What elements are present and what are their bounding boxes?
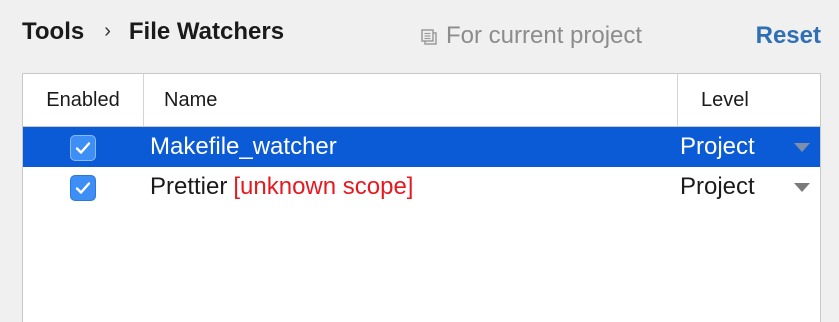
breadcrumb-separator: ›	[104, 19, 111, 42]
column-header-name[interactable]: Name	[144, 74, 678, 126]
settings-header: Tools › File Watchers For current projec…	[0, 0, 839, 72]
table-row-makefile-watcher[interactable]: Makefile_watcher Project	[23, 127, 820, 167]
scope-label: For current project	[446, 22, 643, 49]
breadcrumb-tools[interactable]: Tools	[22, 18, 84, 46]
column-header-level[interactable]: Level	[679, 74, 822, 126]
checkmark-icon	[75, 182, 91, 194]
watcher-name: Makefile_watcher	[150, 127, 337, 167]
triangle-down-icon[interactable]	[794, 143, 810, 152]
breadcrumb-file-watchers: File Watchers	[128, 18, 285, 45]
table-row-prettier[interactable]: Prettier [unknown scope] Project	[23, 167, 820, 207]
enabled-checkbox[interactable]	[70, 135, 96, 161]
triangle-down-icon[interactable]	[794, 183, 810, 192]
breadcrumb: Tools › File Watchers	[22, 18, 284, 46]
file-watchers-settings-page: Tools › File Watchers For current projec…	[0, 0, 839, 322]
enabled-checkbox[interactable]	[70, 175, 96, 201]
project-scope-indicator: For current project	[420, 22, 642, 50]
watcher-name-text: Makefile_watcher	[150, 133, 337, 160]
table-header: Enabled Name Level	[23, 74, 820, 127]
watcher-name: Prettier [unknown scope]	[150, 167, 413, 207]
watcher-name-text: Prettier	[150, 173, 228, 200]
column-header-enabled[interactable]: Enabled	[23, 74, 144, 126]
checkmark-icon	[75, 142, 91, 154]
watcher-level[interactable]: Project	[680, 127, 755, 167]
reset-link[interactable]: Reset	[756, 22, 821, 50]
copy-icon	[421, 29, 437, 45]
watcher-level[interactable]: Project	[680, 167, 755, 207]
file-watchers-table: Enabled Name Level Makefile_watcher Proj…	[22, 73, 821, 322]
unknown-scope-warning: [unknown scope]	[233, 173, 414, 200]
